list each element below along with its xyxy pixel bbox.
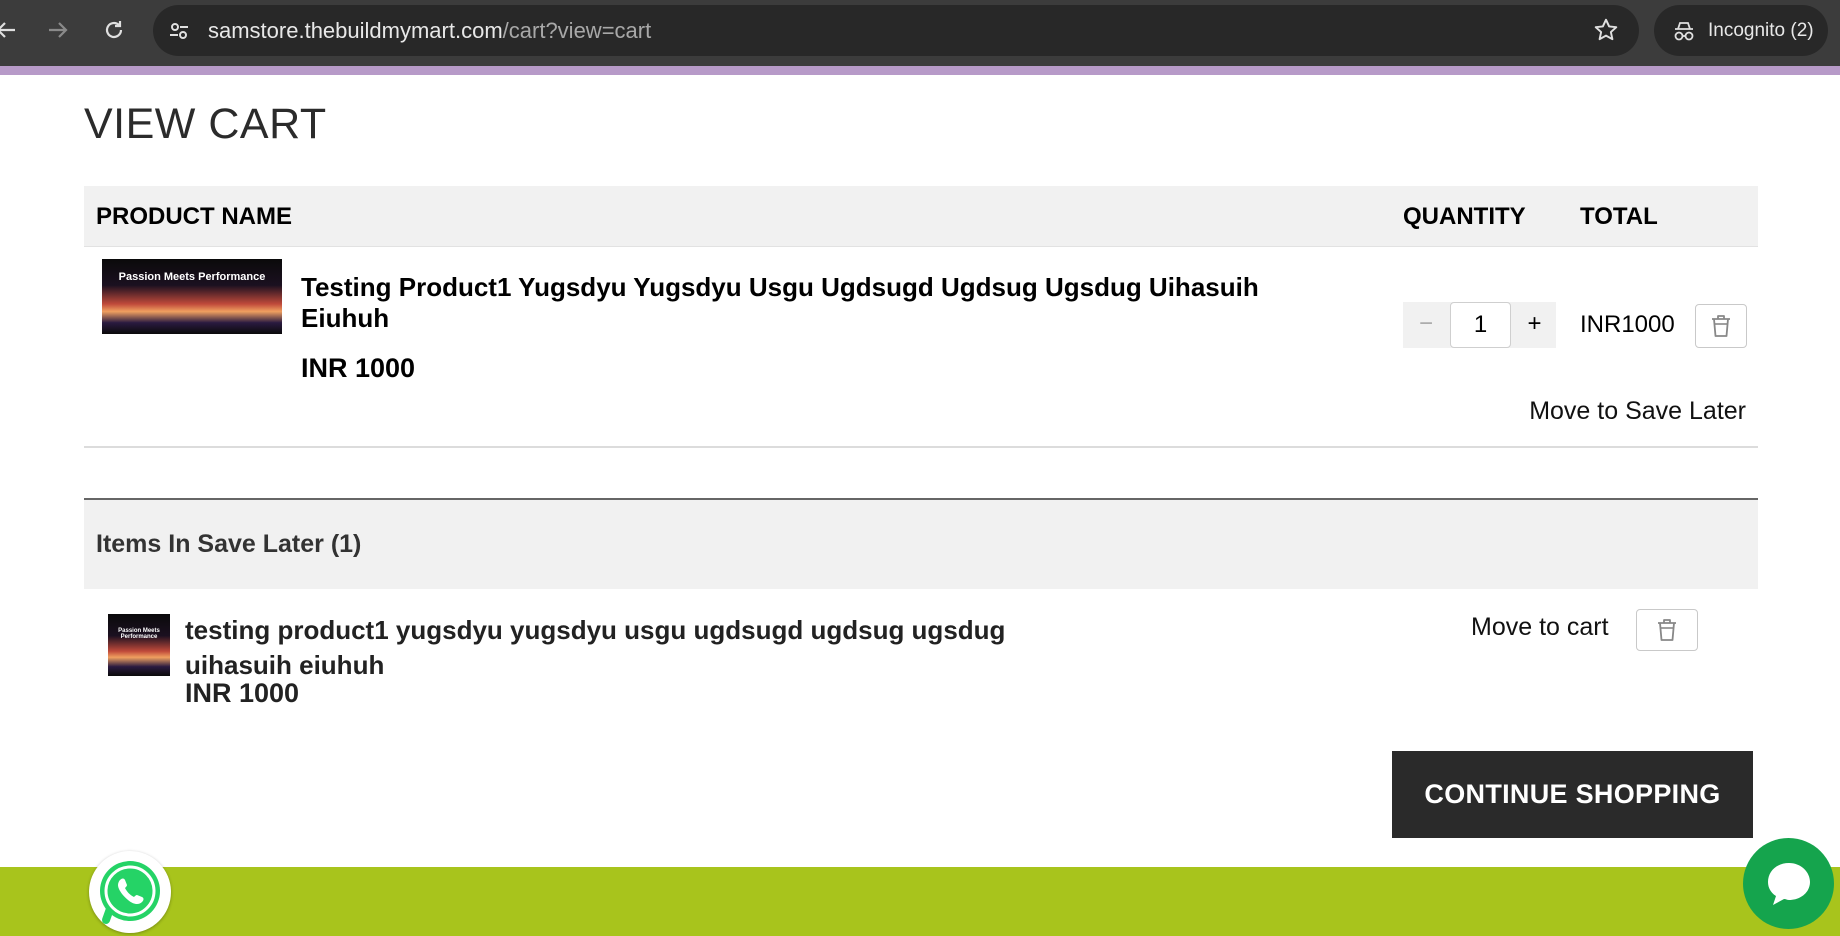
remove-saved-item-button[interactable] bbox=[1636, 609, 1698, 651]
url-text[interactable]: samstore.thebuildmymart.com/cart?view=ca… bbox=[208, 5, 651, 56]
incognito-indicator[interactable]: Incognito (2) bbox=[1654, 5, 1828, 56]
saved-product-image-caption: Passion Meets Performance bbox=[118, 628, 160, 640]
incognito-icon bbox=[1674, 21, 1694, 40]
move-to-cart-link[interactable]: Move to cart bbox=[1471, 613, 1609, 642]
save-later-header: Items In Save Later (1) bbox=[84, 498, 1758, 589]
page-title: VIEW CART bbox=[84, 100, 327, 148]
whatsapp-icon bbox=[100, 861, 160, 924]
site-settings-icon[interactable] bbox=[165, 17, 193, 45]
save-later-section: Items In Save Later (1) Passion Meets Pe… bbox=[84, 498, 1758, 729]
product-name-link[interactable]: Testing Product1 Yugsdyu Yugsdyu Usgu Ug… bbox=[301, 272, 1301, 334]
incognito-label: Incognito (2) bbox=[1708, 19, 1814, 41]
cart-item-row: Passion Meets Performance Testing Produc… bbox=[84, 247, 1758, 448]
remove-item-button[interactable] bbox=[1695, 304, 1747, 348]
header-quantity: QUANTITY bbox=[1403, 203, 1526, 230]
trash-icon bbox=[1658, 619, 1676, 641]
saved-product-name[interactable]: testing product1 yugsdyu yugsdyu usgu ug… bbox=[185, 613, 1065, 683]
forward-button[interactable] bbox=[38, 10, 78, 50]
header-accent-bar bbox=[0, 66, 1840, 75]
product-price: INR 1000 bbox=[301, 353, 416, 383]
cart-table-header: PRODUCT NAME QUANTITY TOTAL bbox=[84, 186, 1758, 247]
header-product-name: PRODUCT NAME bbox=[96, 203, 292, 230]
arrow-left-icon bbox=[0, 22, 15, 38]
header-total: TOTAL bbox=[1580, 203, 1658, 230]
chat-bubble-icon bbox=[1767, 862, 1810, 905]
back-button[interactable] bbox=[0, 10, 26, 50]
star-icon[interactable] bbox=[1593, 17, 1619, 48]
trash-icon bbox=[1712, 315, 1730, 337]
reload-button[interactable] bbox=[94, 10, 134, 50]
quantity-increase-button[interactable]: + bbox=[1513, 302, 1556, 348]
quantity-input[interactable]: 1 bbox=[1450, 302, 1511, 348]
continue-shopping-button[interactable]: CONTINUE SHOPPING bbox=[1392, 751, 1753, 838]
saved-item-row: Passion Meets Performance testing produc… bbox=[84, 589, 1758, 729]
url-path: /cart?view=cart bbox=[502, 18, 652, 43]
browser-toolbar: samstore.thebuildmymart.com/cart?view=ca… bbox=[0, 0, 1840, 66]
url-host: samstore.thebuildmymart.com bbox=[208, 18, 503, 43]
quantity-decrease-button[interactable]: − bbox=[1403, 302, 1449, 348]
product-image-caption: Passion Meets Performance bbox=[118, 271, 266, 283]
arrow-right-icon bbox=[49, 22, 68, 38]
saved-product-image[interactable]: Passion Meets Performance bbox=[108, 614, 170, 676]
cart-table: PRODUCT NAME QUANTITY TOTAL Passion Meet… bbox=[84, 186, 1758, 448]
move-to-save-later-link[interactable]: Move to Save Later bbox=[1529, 397, 1746, 426]
product-image[interactable]: Passion Meets Performance bbox=[102, 259, 282, 334]
item-total: INR1000 bbox=[1580, 311, 1675, 338]
quantity-stepper: − 1 + bbox=[1403, 302, 1556, 348]
reload-icon bbox=[105, 21, 123, 39]
chat-button[interactable] bbox=[1743, 838, 1834, 929]
save-later-heading: Items In Save Later (1) bbox=[96, 530, 362, 558]
saved-product-price: INR 1000 bbox=[185, 678, 300, 708]
whatsapp-button[interactable] bbox=[89, 851, 171, 933]
address-bar[interactable]: samstore.thebuildmymart.com/cart?view=ca… bbox=[153, 5, 1639, 56]
footer-bar bbox=[0, 867, 1840, 936]
